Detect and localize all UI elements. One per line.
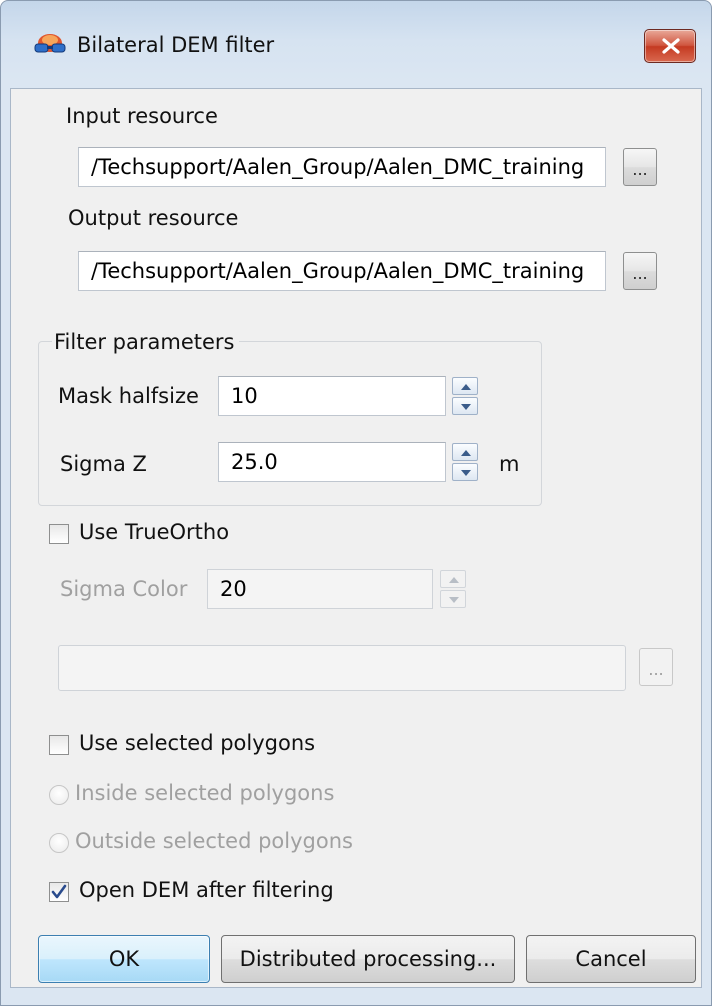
output-resource-label: Output resource [68,206,239,230]
use-selected-polygons-checkbox[interactable] [49,735,69,755]
inside-polygons-radio[interactable] [49,785,69,805]
sigma-color-label: Sigma Color [60,577,188,601]
sigma-z-unit: m [499,452,520,476]
true-ortho-path-field[interactable] [58,645,626,691]
input-resource-label: Input resource [66,104,218,128]
checkmark-icon [51,884,67,899]
sigma-color-down-button[interactable] [440,590,466,608]
input-resource-field[interactable] [78,147,606,187]
close-button[interactable] [644,29,696,63]
filter-parameters-title: Filter parameters [52,330,239,354]
input-resource-browse-button[interactable]: ... [623,148,657,186]
mask-halfsize-field[interactable] [218,376,446,416]
sigma-color-spinner[interactable] [440,570,466,608]
window-title: Bilateral DEM filter [77,33,275,57]
ok-button[interactable]: OK [38,935,210,983]
use-selected-polygons-label: Use selected polygons [79,731,316,755]
open-dem-checkbox[interactable] [49,882,69,902]
outside-polygons-label: Outside selected polygons [75,829,353,853]
arrow-up-icon [449,577,459,583]
use-true-ortho-label: Use TrueOrtho [79,520,230,544]
outside-polygons-radio[interactable] [49,833,69,853]
sigma-z-label: Sigma Z [60,452,147,476]
mask-halfsize-input[interactable] [231,377,445,415]
output-resource-input[interactable] [91,252,605,290]
open-dem-label: Open DEM after filtering [79,878,334,902]
mask-halfsize-down-button[interactable] [452,397,478,415]
use-true-ortho-checkbox[interactable] [49,524,69,544]
sigma-z-field[interactable] [218,442,446,482]
sigma-z-up-button[interactable] [452,443,478,461]
sigma-color-input[interactable] [220,570,432,608]
distributed-processing-button[interactable]: Distributed processing... [221,935,515,983]
cancel-button[interactable]: Cancel [526,935,696,983]
output-resource-field[interactable] [78,251,606,291]
title-bar[interactable]: Bilateral DEM filter [1,1,711,89]
inside-polygons-label: Inside selected polygons [75,781,335,805]
sigma-z-input[interactable] [231,443,445,481]
mask-halfsize-label: Mask halfsize [58,384,199,408]
arrow-up-icon [461,384,471,390]
output-resource-browse-button[interactable]: ... [623,252,657,290]
sigma-color-up-button[interactable] [440,570,466,588]
input-resource-input[interactable] [91,148,605,186]
sigma-color-field[interactable] [207,569,433,609]
sigma-z-down-button[interactable] [452,463,478,481]
arrow-down-icon [461,470,471,476]
close-icon [662,38,680,54]
dem-app-icon [33,31,67,61]
mask-halfsize-spinner[interactable] [452,377,478,415]
sigma-z-spinner[interactable] [452,443,478,481]
mask-halfsize-up-button[interactable] [452,377,478,395]
true-ortho-path-input[interactable] [71,646,625,690]
arrow-down-icon [449,597,459,603]
arrow-up-icon [461,450,471,456]
arrow-down-icon [461,404,471,410]
true-ortho-browse-button[interactable]: ... [639,648,673,686]
